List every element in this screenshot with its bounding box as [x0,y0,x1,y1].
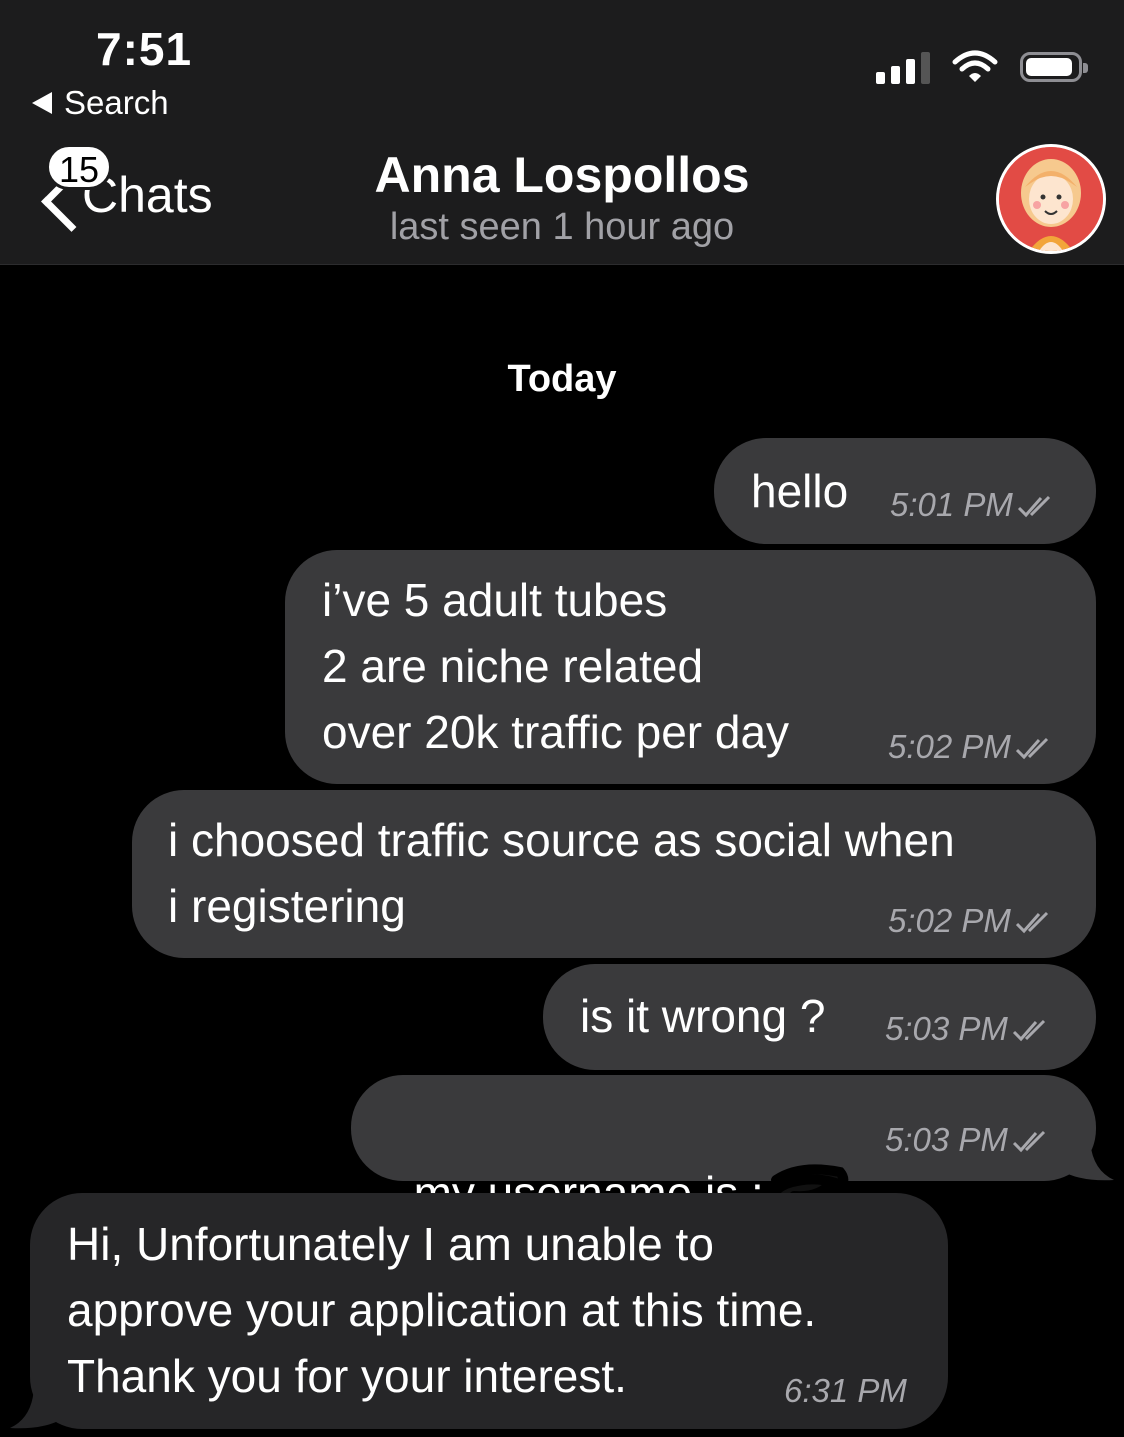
bubble-tail [10,1388,64,1429]
contact-name[interactable]: Anna Lospollos [0,146,1124,204]
message-timestamp: 5:01 PM [890,486,1055,524]
message-time: 5:02 PM [888,728,1011,765]
message-text: i choosed traffic source as social when … [168,814,955,932]
contact-last-seen: last seen 1 hour ago [389,206,735,248]
bubble-tail [1060,1140,1114,1181]
back-arrow-icon [32,92,52,114]
status-icons [876,50,1088,84]
battery-icon [1020,52,1088,82]
message-text: hello [751,465,849,517]
double-check-icon [1012,1019,1050,1043]
double-check-icon [1012,1130,1050,1154]
message-time: 5:02 PM [888,902,1011,939]
cellular-signal-icon [876,50,930,84]
message-time: 5:01 PM [890,486,1013,523]
message-time: 5:03 PM [885,1010,1008,1047]
message-timestamp: 5:03 PM [885,1010,1050,1048]
back-to-search-button[interactable]: Search [32,84,169,122]
message-timestamp: 5:02 PM [888,728,1053,766]
message-time: 5:03 PM [885,1121,1008,1158]
message-time: 6:31 PM [784,1372,907,1409]
date-separator: Today [507,358,617,400]
wifi-icon [952,50,998,82]
chat-header: 7:51 Search Chats 15 Anna Lospollos last… [0,0,1124,265]
double-check-icon [1017,495,1055,519]
message-timestamp: 6:31 PM [784,1372,907,1410]
message-timestamp: 5:03 PM [885,1121,1050,1159]
message-text: Hi, Unfortunately I am unable to approve… [67,1218,817,1402]
contact-avatar[interactable] [996,144,1106,254]
status-time: 7:51 [96,23,193,75]
message-text: is it wrong ? [580,990,826,1042]
message-text: i’ve 5 adult tubes 2 are niche related o… [322,574,790,758]
back-to-search-label: Search [64,84,169,121]
double-check-icon [1015,911,1053,935]
message-timestamp: 5:02 PM [888,902,1053,940]
double-check-icon [1015,737,1053,761]
